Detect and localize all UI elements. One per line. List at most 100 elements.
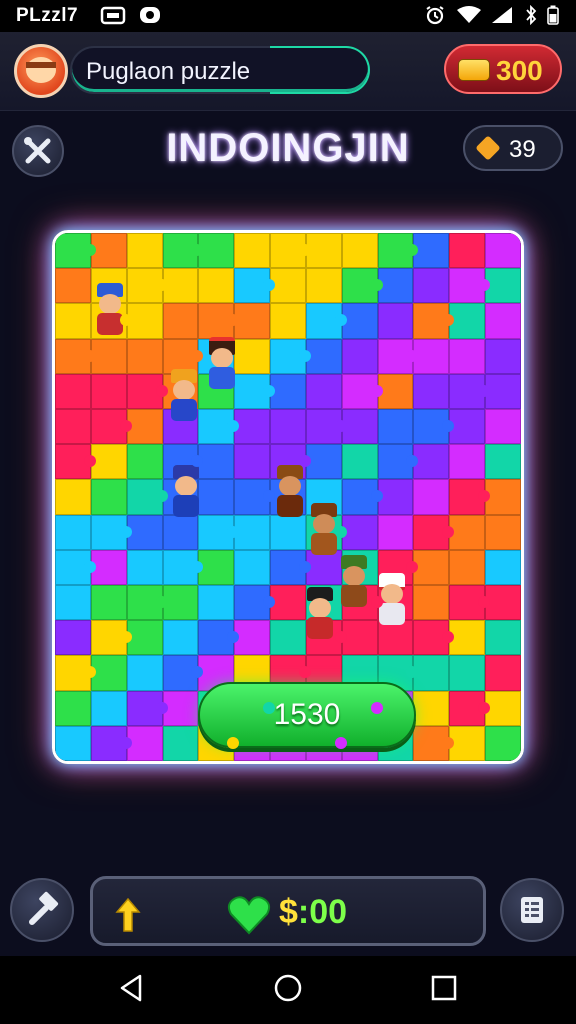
puzzle-tile[interactable] bbox=[485, 690, 521, 726]
puzzle-tile[interactable] bbox=[55, 444, 96, 480]
character-piece[interactable] bbox=[337, 555, 371, 611]
puzzle-tile[interactable] bbox=[449, 233, 486, 269]
puzzle-tile[interactable] bbox=[55, 655, 96, 691]
puzzle-tile[interactable] bbox=[305, 268, 342, 304]
puzzle-tile[interactable] bbox=[126, 303, 163, 339]
puzzle-tile[interactable] bbox=[377, 409, 414, 445]
puzzle-tile[interactable] bbox=[126, 444, 163, 480]
puzzle-tile[interactable] bbox=[449, 655, 486, 691]
puzzle-tile[interactable] bbox=[55, 479, 91, 515]
puzzle-tile[interactable] bbox=[198, 444, 235, 480]
puzzle-tile[interactable] bbox=[413, 303, 455, 339]
puzzle-tile[interactable] bbox=[55, 373, 91, 409]
puzzle-tile[interactable] bbox=[305, 373, 342, 409]
puzzle-tile[interactable] bbox=[126, 620, 163, 656]
home-circle-icon[interactable] bbox=[272, 972, 304, 1004]
puzzle-tile[interactable] bbox=[126, 690, 168, 726]
puzzle-tile[interactable] bbox=[234, 549, 271, 585]
puzzle-tile[interactable] bbox=[126, 233, 163, 269]
character-piece[interactable] bbox=[303, 587, 337, 643]
puzzle-tile[interactable] bbox=[413, 479, 450, 515]
puzzle-tile[interactable] bbox=[305, 233, 342, 269]
puzzle-tile[interactable] bbox=[270, 620, 306, 656]
puzzle-tile[interactable] bbox=[234, 338, 271, 374]
puzzle-tile[interactable] bbox=[413, 338, 450, 374]
tools-button[interactable] bbox=[12, 125, 64, 177]
puzzle-tile[interactable] bbox=[305, 409, 347, 445]
puzzle-tile[interactable] bbox=[55, 233, 96, 269]
puzzle-tile[interactable] bbox=[449, 479, 491, 515]
puzzle-tile[interactable] bbox=[126, 655, 163, 691]
puzzle-tile[interactable] bbox=[126, 514, 163, 550]
puzzle-tile[interactable] bbox=[377, 373, 414, 409]
bottom-reward-panel[interactable]: $:00 bbox=[90, 876, 486, 946]
puzzle-tile[interactable] bbox=[485, 549, 521, 585]
puzzle-tile[interactable] bbox=[234, 514, 271, 550]
puzzle-tile[interactable] bbox=[413, 514, 455, 550]
puzzle-tile[interactable] bbox=[270, 549, 311, 585]
puzzle-tile[interactable] bbox=[485, 479, 521, 515]
puzzle-tile[interactable] bbox=[270, 233, 311, 269]
puzzle-tile[interactable] bbox=[449, 585, 491, 621]
puzzle-tile[interactable] bbox=[413, 620, 455, 656]
puzzle-tile[interactable] bbox=[55, 338, 96, 374]
puzzle-tile[interactable] bbox=[270, 373, 306, 409]
puzzle-tile[interactable] bbox=[485, 268, 521, 304]
puzzle-tile[interactable] bbox=[377, 233, 419, 269]
character-piece[interactable] bbox=[167, 369, 201, 425]
puzzle-tile[interactable] bbox=[234, 233, 271, 269]
puzzle-tile[interactable] bbox=[305, 303, 347, 339]
puzzle-tile[interactable] bbox=[341, 444, 378, 480]
puzzle-tile[interactable] bbox=[341, 514, 378, 550]
puzzle-tile[interactable] bbox=[413, 373, 450, 409]
puzzle-tile[interactable] bbox=[234, 268, 276, 304]
puzzle-tile[interactable] bbox=[198, 585, 235, 621]
puzzle-tile[interactable] bbox=[90, 444, 127, 480]
puzzle-tile[interactable] bbox=[449, 373, 491, 409]
puzzle-tile[interactable] bbox=[126, 585, 168, 621]
puzzle-tile[interactable] bbox=[90, 409, 132, 445]
puzzle-tile[interactable] bbox=[162, 268, 199, 304]
puzzle-tile[interactable] bbox=[270, 303, 306, 339]
puzzle-tile[interactable] bbox=[341, 303, 378, 339]
puzzle-tile[interactable] bbox=[485, 373, 521, 409]
puzzle-tile[interactable] bbox=[341, 479, 383, 515]
puzzle-tile[interactable] bbox=[234, 585, 276, 621]
puzzle-tile[interactable] bbox=[126, 725, 163, 761]
puzzle-tile[interactable] bbox=[126, 479, 168, 515]
puzzle-tile[interactable] bbox=[198, 479, 235, 515]
puzzle-tile[interactable] bbox=[305, 444, 342, 480]
puzzle-tile[interactable] bbox=[341, 338, 378, 374]
puzzle-tile[interactable] bbox=[485, 655, 521, 691]
puzzle-tile[interactable] bbox=[449, 338, 486, 374]
puzzle-tile[interactable] bbox=[55, 620, 91, 656]
puzzle-tile[interactable] bbox=[162, 690, 199, 726]
puzzle-tile[interactable] bbox=[305, 338, 342, 374]
puzzle-tile[interactable] bbox=[449, 514, 486, 550]
puzzle-tile[interactable] bbox=[162, 303, 199, 339]
puzzle-tile[interactable] bbox=[234, 303, 271, 339]
puzzle-tile[interactable] bbox=[90, 373, 127, 409]
puzzle-tile[interactable] bbox=[234, 620, 271, 656]
puzzle-tile[interactable] bbox=[377, 514, 414, 550]
puzzle-tile[interactable] bbox=[341, 373, 383, 409]
puzzle-tile[interactable] bbox=[234, 373, 276, 409]
puzzle-tile[interactable] bbox=[90, 620, 132, 656]
puzzle-tile[interactable] bbox=[413, 409, 455, 445]
puzzle-tile[interactable] bbox=[198, 549, 235, 585]
puzzle-tile[interactable] bbox=[449, 690, 491, 726]
coin-counter[interactable]: 300 bbox=[444, 44, 562, 94]
puzzle-tile[interactable] bbox=[270, 409, 306, 445]
puzzle-tile[interactable] bbox=[90, 585, 127, 621]
puzzle-tile[interactable] bbox=[90, 479, 127, 515]
puzzle-tile[interactable] bbox=[126, 409, 163, 445]
back-triangle-icon[interactable] bbox=[116, 972, 148, 1004]
puzzle-tile[interactable] bbox=[55, 268, 91, 304]
gem-counter[interactable]: 39 bbox=[463, 125, 563, 171]
puzzle-tile[interactable] bbox=[162, 233, 204, 269]
puzzle-tile[interactable] bbox=[55, 549, 96, 585]
puzzle-tile[interactable] bbox=[198, 303, 240, 339]
puzzle-tile[interactable] bbox=[90, 690, 127, 726]
puzzle-tile[interactable] bbox=[234, 479, 276, 515]
puzzle-tile[interactable] bbox=[162, 655, 204, 691]
